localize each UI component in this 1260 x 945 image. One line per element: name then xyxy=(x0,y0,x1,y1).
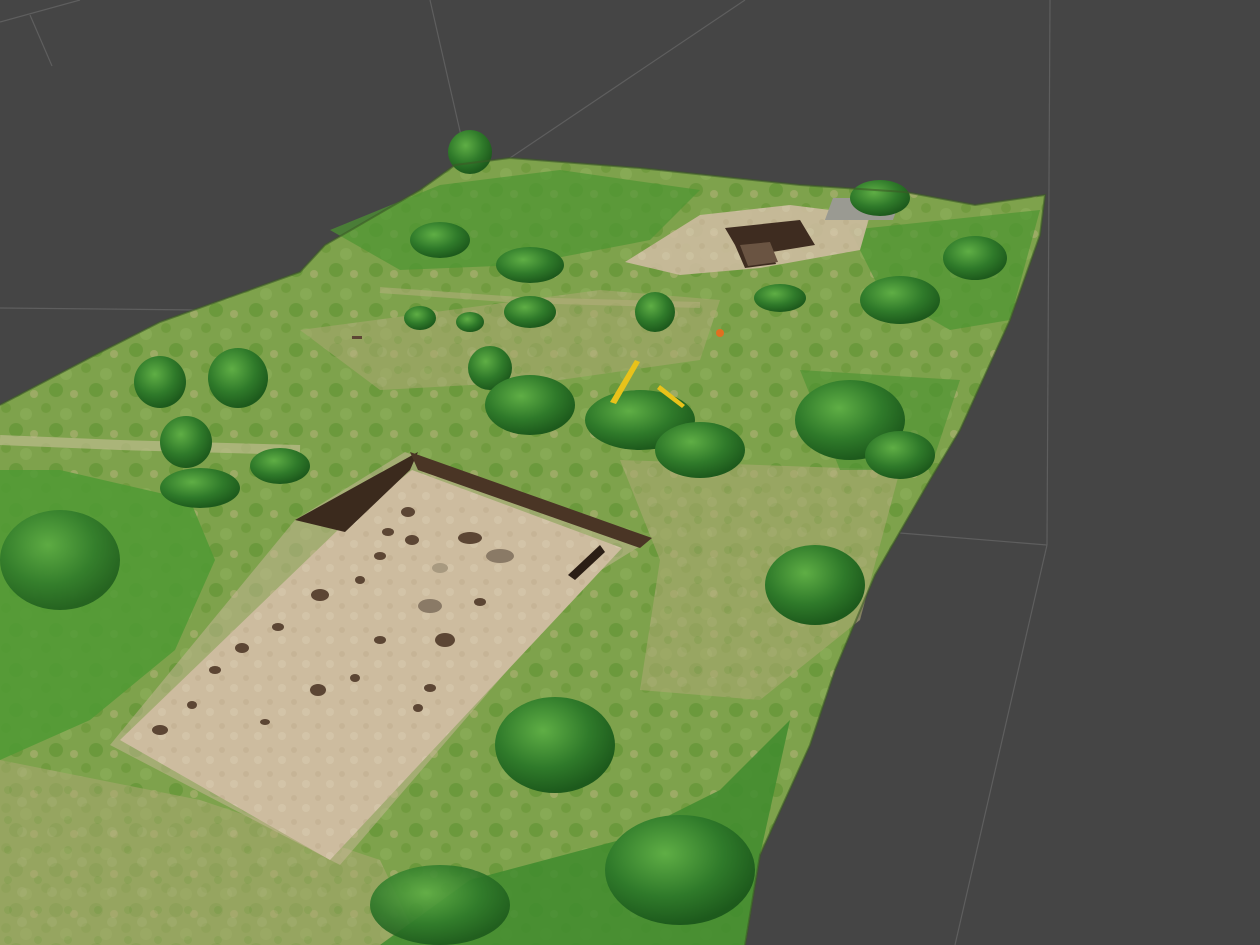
3d-viewport[interactable] xyxy=(0,0,1260,945)
photogrammetry-scene[interactable] xyxy=(0,0,1260,945)
